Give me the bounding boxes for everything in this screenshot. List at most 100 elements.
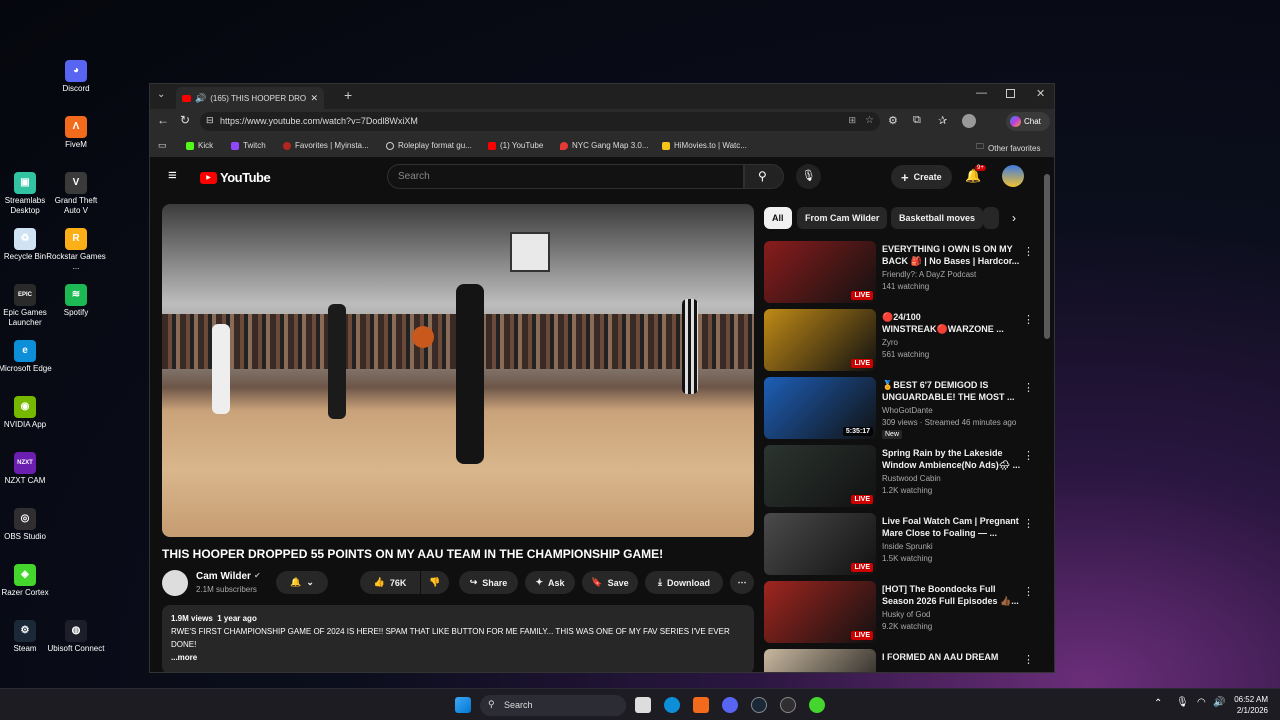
tab-close-icon[interactable]: ✕	[310, 93, 318, 104]
recommendation-title[interactable]: I FORMED AN AAU DREAM	[882, 651, 1022, 663]
obs-taskbar-icon[interactable]	[780, 697, 796, 713]
recommendation-channel[interactable]: Inside Sprunki	[882, 542, 933, 551]
favorite-roleplay[interactable]: Roleplay format gu...	[386, 141, 472, 150]
desktop-icon-grand-theft-auto-v[interactable]: V Grand Theft Auto V	[46, 172, 106, 216]
clock[interactable]: 06:52 AM 2/1/2026	[1230, 694, 1268, 716]
video-thumbnail[interactable]: LIVE	[764, 513, 876, 575]
chip-all[interactable]: All	[764, 207, 792, 229]
share-button[interactable]: ↪ Share	[459, 571, 518, 594]
recommendation-channel[interactable]: Zyro	[882, 338, 898, 347]
back-icon[interactable]: ←	[157, 113, 169, 127]
channel-avatar[interactable]	[162, 570, 188, 596]
ask-button[interactable]: ✦ Ask	[525, 571, 575, 594]
create-button[interactable]: + Create	[891, 165, 952, 189]
speaker-icon[interactable]: 🔊	[195, 93, 206, 104]
favorite-myinsta[interactable]: Favorites | Myinsta...	[283, 141, 369, 150]
desktop-icon-razer-cortex[interactable]: ◈ Razer Cortex	[0, 564, 55, 598]
recommendation-channel[interactable]: WhoGotDante	[882, 406, 933, 415]
video-thumbnail[interactable]	[764, 649, 876, 672]
voice-search-button[interactable]: 🎙	[796, 164, 821, 189]
desktop-icon-steam[interactable]: ⚙ Steam	[0, 620, 55, 654]
menu-icon[interactable]: ≡	[168, 167, 177, 184]
favorite-star-icon[interactable]: ☆	[865, 115, 874, 126]
more-vertical-icon[interactable]: ⋮	[1023, 245, 1034, 258]
favorite-kick[interactable]: Kick	[186, 141, 213, 150]
chip-from-cam-wilder[interactable]: From Cam Wilder	[797, 207, 888, 229]
edge-taskbar-icon[interactable]	[664, 697, 680, 713]
desktop-icon-fivem[interactable]: Λ FiveM	[46, 116, 106, 150]
minimize-button[interactable]: —	[976, 87, 987, 99]
scrollbar[interactable]	[1044, 169, 1050, 669]
other-favorites[interactable]: 🗀 Other favorites	[976, 141, 1040, 155]
more-vertical-icon[interactable]: ⋮	[1023, 313, 1034, 326]
like-button[interactable]: 👍 76K	[360, 571, 420, 594]
desktop-icon-discord[interactable]: ◕ Discord	[46, 60, 106, 94]
chips-next-icon[interactable]: ›	[1012, 211, 1016, 225]
site-info-icon[interactable]: ⊟	[206, 115, 214, 126]
download-button[interactable]: ⤓ Download	[645, 571, 723, 594]
save-button[interactable]: 🔖 Save	[582, 571, 638, 594]
recommendation-channel[interactable]: Rustwood Cabin	[882, 474, 941, 483]
more-vertical-icon[interactable]: ⋮	[1023, 653, 1034, 666]
profile-avatar[interactable]	[962, 114, 976, 128]
wifi-icon[interactable]: ◠	[1197, 697, 1206, 708]
extensions-icon[interactable]: ⚙	[888, 114, 898, 127]
recommendation-title[interactable]: Live Foal Watch Cam | Pregnant Mare Clos…	[882, 515, 1022, 539]
favorite-twitch[interactable]: Twitch	[231, 141, 266, 150]
show-more-link[interactable]: ...more	[171, 651, 745, 664]
fivem-taskbar-icon[interactable]	[693, 697, 709, 713]
favorite-youtube[interactable]: (1) YouTube	[488, 141, 543, 150]
video-thumbnail[interactable]: 5:35:17	[764, 377, 876, 439]
video-thumbnail[interactable]: LIVE	[764, 581, 876, 643]
description-box[interactable]: 1.9M views 1 year ago RWE'S FIRST CHAMPI…	[162, 605, 754, 672]
refresh-icon[interactable]: ↻	[180, 113, 190, 127]
split-screen-icon[interactable]: ⧉	[913, 114, 921, 127]
more-vertical-icon[interactable]: ⋮	[1023, 585, 1034, 598]
youtube-logo[interactable]: ▶ YouTube	[200, 170, 271, 185]
url-field[interactable]: ⊟ https://www.youtube.com/watch?v=7Dodl8…	[200, 112, 880, 131]
video-thumbnail[interactable]: LIVE	[764, 445, 876, 507]
maximize-button[interactable]	[1006, 89, 1015, 98]
subscription-bell-button[interactable]: 🔔 ⌄	[276, 571, 328, 594]
video-thumbnail[interactable]: LIVE	[764, 241, 876, 303]
recommendation-item[interactable]: 5:35:17 🏅BEST 6'7 DEMIGOD IS UNGUARDABLE!…	[764, 377, 1039, 439]
task-view-icon[interactable]	[635, 697, 651, 713]
scrollbar-thumb[interactable]	[1044, 174, 1050, 339]
chip-partial[interactable]	[983, 207, 999, 229]
desktop-icon-microsoft-edge[interactable]: e Microsoft Edge	[0, 340, 55, 374]
razer-taskbar-icon[interactable]	[809, 697, 825, 713]
tab-list-icon[interactable]: ⌄	[157, 89, 165, 100]
taskbar-search[interactable]: ⚲ Search	[480, 695, 626, 716]
new-tab-button[interactable]: +	[344, 87, 352, 103]
more-vertical-icon[interactable]: ⋮	[1023, 449, 1034, 462]
recommendation-channel[interactable]: Friendly?: A DayZ Podcast	[882, 270, 976, 279]
tray-chevron-icon[interactable]: ⌃	[1154, 698, 1162, 709]
more-vertical-icon[interactable]: ⋮	[1023, 517, 1034, 530]
search-input[interactable]: Search	[387, 164, 744, 189]
recommendation-title[interactable]: 🏅BEST 6'7 DEMIGOD IS UNGUARDABLE! THE MO…	[882, 379, 1022, 403]
desktop-icon-ubisoft-connect[interactable]: ◍ Ubisoft Connect	[46, 620, 106, 654]
more-vertical-icon[interactable]: ⋮	[1023, 381, 1034, 394]
search-button[interactable]: ⚲	[744, 164, 784, 189]
video-thumbnail[interactable]: LIVE	[764, 309, 876, 371]
steam-taskbar-icon[interactable]	[751, 697, 767, 713]
copilot-chat-button[interactable]: Chat	[1006, 112, 1050, 131]
video-player[interactable]	[162, 204, 754, 537]
recommendation-item[interactable]: LIVE Live Foal Watch Cam | Pregnant Mare …	[764, 513, 1039, 575]
account-avatar[interactable]	[1002, 165, 1024, 187]
favorite-himovies[interactable]: HiMovies.to | Watc...	[662, 141, 747, 150]
recommendation-title[interactable]: 🔴24/100 WINSTREAK🔴WARZONE ...	[882, 311, 1022, 335]
discord-taskbar-icon[interactable]	[722, 697, 738, 713]
dislike-button[interactable]: 👎	[421, 571, 449, 594]
favorite-gang-map[interactable]: NYC Gang Map 3.0...	[560, 141, 648, 150]
close-button[interactable]: ✕	[1036, 87, 1045, 100]
recommendation-title[interactable]: Spring Rain by the Lakeside Window Ambie…	[882, 447, 1022, 471]
recommendation-channel[interactable]: Husky of God	[882, 610, 930, 619]
favorites-bar-icon[interactable]: ▭	[158, 140, 167, 151]
desktop-icon-rockstar-games[interactable]: R Rockstar Games ...	[46, 228, 106, 272]
recommendation-title[interactable]: EVERYTHING I OWN IS ON MY BACK 🎒 | No Ba…	[882, 243, 1022, 267]
chip-basketball-moves[interactable]: Basketball moves	[891, 207, 984, 229]
microphone-tray-icon[interactable]: 🎙	[1176, 697, 1189, 708]
desktop-icon-obs-studio[interactable]: ◎ OBS Studio	[0, 508, 55, 542]
browser-tab[interactable]: 🔊 (165) THIS HOOPER DROPPED 55 PO ✕	[176, 87, 324, 109]
